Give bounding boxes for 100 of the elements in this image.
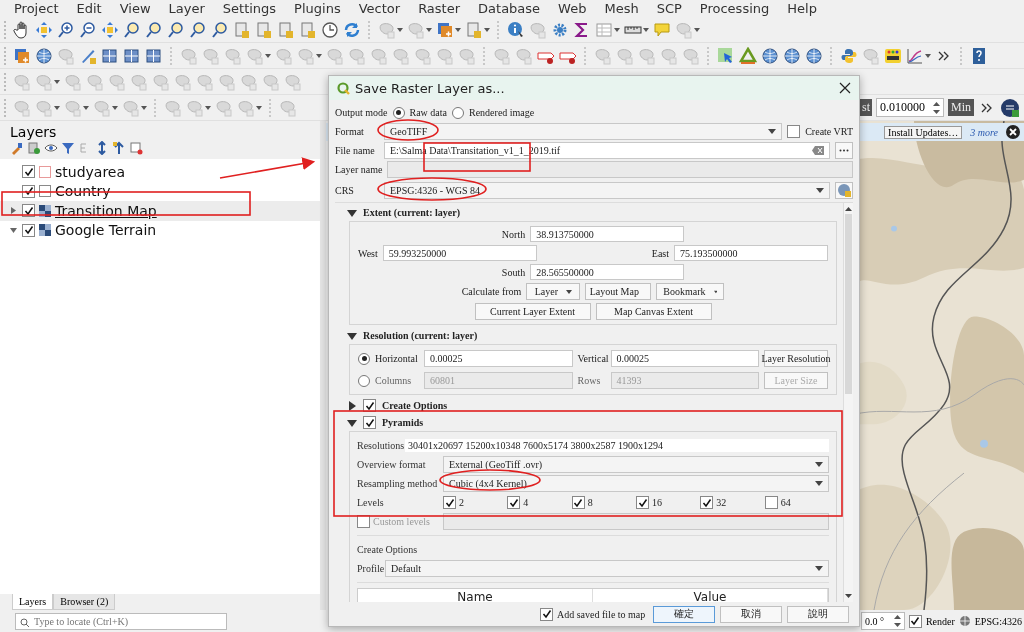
crs-dropdown[interactable]: EPSG:4326 - WGS 84 (384, 181, 830, 199)
extent-button[interactable]: Current Layer Extent (474, 303, 591, 320)
close-icon[interactable] (1006, 125, 1020, 139)
spin-arrows-icon[interactable] (933, 100, 940, 115)
resolution-button[interactable]: Layer Resolution (764, 350, 828, 367)
checkbox[interactable] (22, 223, 35, 237)
triangle-icon[interactable] (739, 46, 757, 65)
radio-button[interactable] (358, 352, 370, 365)
grid-icon[interactable] (145, 46, 163, 65)
collapse-all-icon[interactable] (112, 141, 126, 155)
layer-row[interactable]: studyarea (0, 162, 320, 182)
number-field[interactable]: 0.00025 (610, 350, 759, 367)
north-field[interactable]: 38.913750000 (530, 226, 685, 242)
column-header[interactable]: Name (358, 589, 593, 602)
radio-button[interactable] (358, 374, 370, 387)
collapsed-arrow-icon[interactable] (10, 207, 17, 215)
eye-icon[interactable] (44, 141, 58, 155)
globe-icon[interactable] (35, 46, 53, 65)
checkbox[interactable] (636, 496, 649, 509)
column-header[interactable]: Value (593, 589, 828, 602)
overview-format-dropdown[interactable]: External (GeoTiff .ovr) (443, 456, 829, 473)
magnifier-icon[interactable] (189, 20, 207, 39)
more-link[interactable]: 3 more (970, 126, 998, 138)
expanded-arrow-icon[interactable] (347, 207, 357, 218)
expanded-arrow-icon[interactable] (10, 226, 17, 234)
magnifier-icon[interactable] (167, 20, 185, 39)
pan-icon[interactable] (101, 20, 119, 39)
layer-row[interactable]: Google Terrain (0, 220, 320, 240)
east-field[interactable]: 75.193500000 (674, 245, 828, 261)
spin-arrows-icon[interactable] (893, 614, 901, 628)
caret-icon[interactable] (455, 27, 461, 32)
checkbox[interactable] (571, 496, 585, 509)
magnifier-icon[interactable] (145, 20, 163, 39)
radio-button[interactable] (452, 106, 464, 119)
expanded-arrow-icon[interactable] (347, 417, 357, 428)
caret-icon[interactable] (256, 105, 262, 110)
caret-icon[interactable] (112, 105, 118, 110)
menu-item[interactable]: Database (478, 0, 541, 17)
cursor-icon[interactable] (717, 46, 735, 65)
caret-icon[interactable] (643, 27, 649, 32)
add-layer-icon[interactable] (13, 46, 31, 65)
caret-icon[interactable] (141, 105, 147, 110)
expand-all-icon[interactable] (95, 141, 109, 155)
globe-icon[interactable] (783, 46, 801, 65)
remove-layer-icon[interactable] (129, 141, 143, 155)
checkbox[interactable] (363, 416, 376, 429)
crs-select-button[interactable] (835, 181, 853, 199)
rotation-field[interactable]: 0.0 ° (860, 612, 905, 630)
radio-button[interactable] (392, 106, 405, 119)
snake-icon[interactable] (840, 46, 858, 65)
scrollbar-thumb[interactable] (845, 214, 852, 394)
menu-item[interactable]: Vector (358, 0, 401, 17)
info-icon[interactable] (507, 20, 525, 39)
globe-icon[interactable] (761, 46, 779, 65)
help-icon[interactable] (970, 46, 988, 65)
caret-icon[interactable] (614, 27, 620, 32)
caret-icon[interactable] (83, 105, 89, 110)
number-field[interactable]: 0.00025 (424, 350, 573, 367)
dialog-button[interactable]: 說明 (787, 605, 849, 623)
menu-item[interactable]: Edit (76, 0, 102, 17)
checkbox[interactable] (908, 614, 922, 628)
scroll-down-icon[interactable] (845, 594, 852, 599)
menu-item[interactable]: Raster (418, 0, 461, 17)
checkbox[interactable] (507, 496, 521, 509)
menu-item[interactable]: Processing (699, 0, 770, 17)
number-field[interactable]: 0.010000 (876, 98, 944, 117)
zoom-in-icon[interactable] (57, 20, 75, 39)
format-dropdown[interactable]: GeoTIFF (384, 123, 783, 140)
scroll-up-icon[interactable] (845, 206, 852, 211)
checkbox[interactable] (764, 496, 778, 509)
clear-icon[interactable] (812, 146, 824, 155)
caret-icon[interactable] (54, 105, 60, 110)
expanded-arrow-icon[interactable] (347, 330, 357, 341)
menu-item[interactable]: Help (787, 0, 817, 17)
menu-item[interactable]: Layer (168, 0, 205, 17)
menu-item[interactable]: View (119, 0, 151, 17)
caret-icon[interactable] (694, 27, 700, 32)
dropdown-button[interactable]: Bookmark (656, 283, 725, 300)
install-updates-button[interactable]: Install Updates… (884, 125, 963, 139)
checkbox[interactable] (700, 496, 714, 509)
grid-icon[interactable] (101, 46, 119, 65)
magnifier-icon[interactable] (123, 20, 141, 39)
west-field[interactable]: 59.993250000 (382, 245, 537, 261)
dropdown-button[interactable]: Layer (526, 283, 581, 300)
pan-icon[interactable] (35, 20, 53, 39)
crs-button[interactable]: EPSG:4326 (974, 615, 1022, 627)
south-field[interactable]: 28.565500000 (530, 264, 685, 280)
checkbox[interactable] (443, 496, 456, 509)
plugin-icon[interactable] (1000, 97, 1020, 118)
menu-item[interactable]: Web (558, 0, 587, 17)
menu-item[interactable]: Mesh (604, 0, 639, 17)
checkbox[interactable] (540, 607, 553, 621)
caret-icon[interactable] (397, 27, 403, 32)
refresh-icon[interactable] (343, 20, 361, 39)
profile-dropdown[interactable]: Default (385, 560, 829, 577)
checkbox[interactable] (787, 125, 801, 138)
caret-icon[interactable] (925, 53, 931, 58)
menu-item[interactable]: Settings (222, 0, 277, 17)
menu-item[interactable]: SCP (656, 0, 682, 17)
caret-icon[interactable] (316, 53, 322, 58)
